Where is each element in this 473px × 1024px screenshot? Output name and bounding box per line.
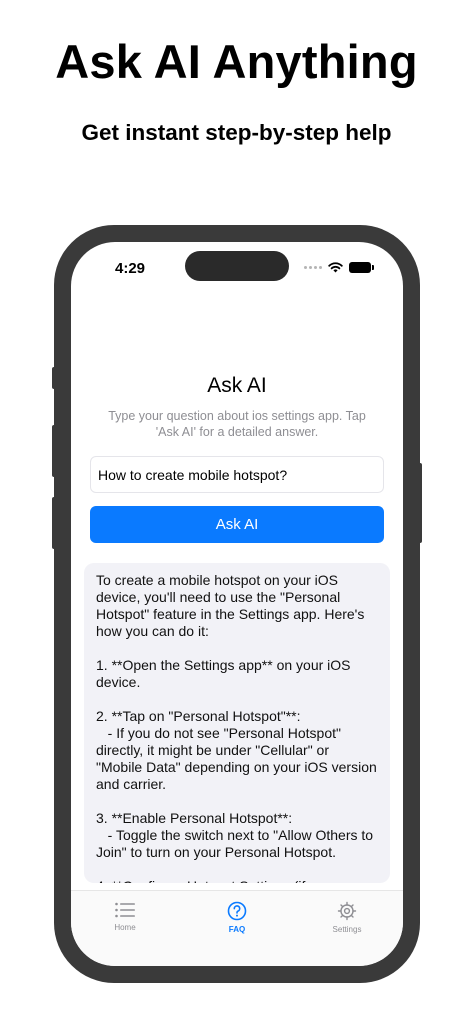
- phone-screen: 4:29 Ask AI Type your question about ios…: [71, 242, 403, 966]
- side-button-action: [52, 367, 56, 389]
- promo-title: Ask AI Anything: [55, 35, 418, 88]
- tab-home[interactable]: Home: [85, 901, 165, 932]
- page-title: Ask AI: [207, 374, 267, 397]
- dynamic-island: [185, 251, 289, 281]
- list-icon: [115, 902, 135, 918]
- tab-bar: Home FAQ Settings: [71, 890, 403, 966]
- wifi-icon: [328, 262, 343, 273]
- battery-icon: [349, 262, 374, 273]
- tab-settings-label: Settings: [332, 925, 362, 934]
- answer-text[interactable]: To create a mobile hotspot on your iOS d…: [84, 563, 390, 883]
- gear-icon: [337, 901, 357, 921]
- side-button-volume-up: [52, 425, 56, 477]
- question-input[interactable]: [90, 456, 384, 493]
- side-button-power: [418, 463, 422, 543]
- signal-dots-icon: [304, 266, 322, 269]
- tab-settings[interactable]: Settings: [307, 901, 387, 934]
- tab-home-label: Home: [114, 923, 136, 932]
- ask-ai-button[interactable]: Ask AI: [90, 506, 384, 543]
- phone-frame: 4:29 Ask AI Type your question about ios…: [52, 225, 422, 983]
- page-description: Type your question about ios settings ap…: [108, 409, 366, 439]
- side-button-volume-down: [52, 497, 56, 549]
- question-circle-icon: [227, 901, 247, 921]
- promo-subtitle: Get instant step-by-step help: [81, 120, 392, 145]
- tab-faq[interactable]: FAQ: [197, 901, 277, 934]
- tab-faq-label: FAQ: [228, 925, 246, 934]
- status-time: 4:29: [115, 260, 146, 277]
- status-indicators: [304, 262, 374, 273]
